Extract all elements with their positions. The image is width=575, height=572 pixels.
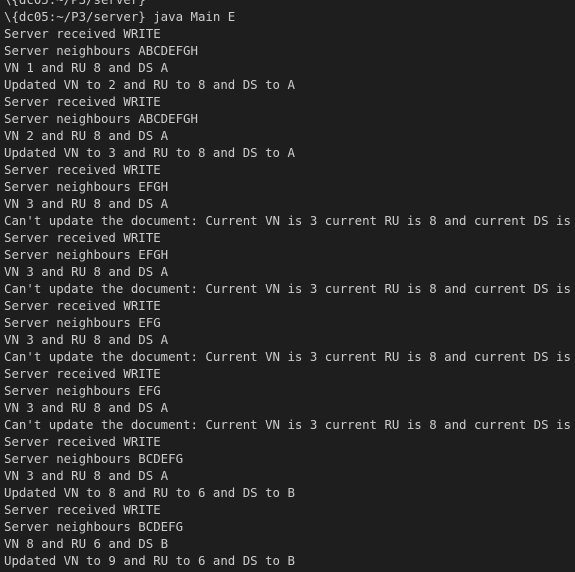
output-line: VN 3 and RU 8 and DS A: [4, 196, 169, 211]
output-line: Server received WRITE: [4, 162, 161, 177]
output-line: Server received WRITE: [4, 298, 161, 313]
output-line: VN 3 and RU 8 and DS A: [4, 468, 169, 483]
output-line: Server neighbours ABCDEFGH: [4, 43, 198, 58]
command-prompt-line: \{dc05:~/P3/server} java Main E: [4, 9, 236, 24]
output-line: Server neighbours EFG: [4, 383, 161, 398]
output-line: Updated VN to 9 and RU to 6 and DS to B: [4, 553, 295, 568]
output-line: Updated VN to 3 and RU to 8 and DS to A: [4, 145, 295, 160]
output-line: VN 3 and RU 8 and DS A: [4, 264, 169, 279]
output-line: Can't update the document: Current VN is…: [4, 213, 575, 228]
output-lines: Server received WRITE Server neighbours A…: [4, 25, 575, 569]
terminal-output[interactable]: \{dc05:~/P3/server} \{dc05:~/P3/server} …: [0, 0, 575, 568]
output-line: Server received WRITE: [4, 366, 161, 381]
output-line: Can't update the document: Current VN is…: [4, 417, 575, 432]
output-line: Server neighbours EFG: [4, 315, 161, 330]
output-line: VN 2 and RU 8 and DS A: [4, 128, 169, 143]
output-line: Can't update the document: Current VN is…: [4, 281, 575, 296]
output-line: Updated VN to 8 and RU to 6 and DS to B: [4, 485, 295, 500]
output-line: Server neighbours BCDEFG: [4, 519, 184, 534]
output-line: Server received WRITE: [4, 26, 161, 41]
output-line: VN 3 and RU 8 and DS A: [4, 400, 169, 415]
output-line: Updated VN to 2 and RU to 8 and DS to A: [4, 77, 295, 92]
output-line: Server neighbours EFGH: [4, 247, 169, 262]
output-line: Server received WRITE: [4, 230, 161, 245]
output-line: VN 1 and RU 8 and DS A: [4, 60, 169, 75]
output-line: Can't update the document: Current VN is…: [4, 349, 575, 364]
partial-prompt-line: \{dc05:~/P3/server}: [4, 0, 575, 8]
output-line: Server received WRITE: [4, 502, 161, 517]
output-line: Server received WRITE: [4, 434, 161, 449]
output-line: VN 3 and RU 8 and DS A: [4, 332, 169, 347]
output-line: Server neighbours EFGH: [4, 179, 169, 194]
output-line: Server neighbours ABCDEFGH: [4, 111, 198, 126]
output-line: VN 8 and RU 6 and DS B: [4, 536, 169, 551]
output-line: Server neighbours BCDEFG: [4, 451, 184, 466]
output-line: Server received WRITE: [4, 94, 161, 109]
